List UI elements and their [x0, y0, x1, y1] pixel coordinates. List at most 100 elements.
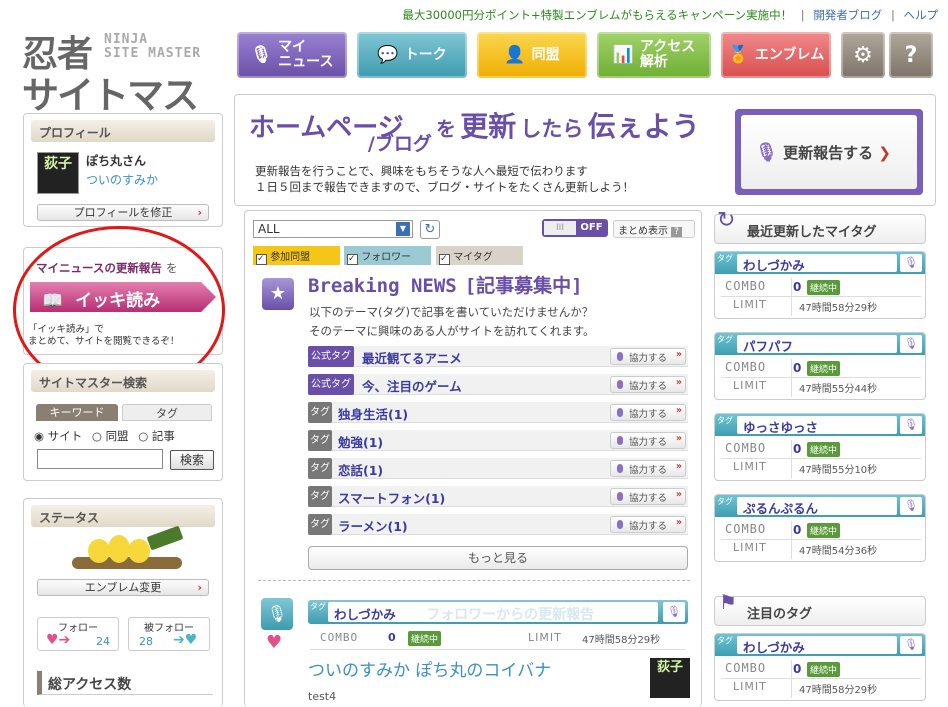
continuing-badge: 継続中: [807, 280, 841, 295]
avatar[interactable]: 荻子: [650, 658, 690, 698]
radio-article[interactable]: ○ 記事: [138, 429, 175, 443]
ikki-yomi-button[interactable]: 📖 イッキ読み: [30, 282, 216, 312]
profile-name: ぽち丸さん: [86, 154, 147, 168]
checkbox-checked[interactable]: ✓: [439, 254, 450, 265]
tag-row[interactable]: 公式タグ 今、注目のゲーム 協力する: [308, 374, 688, 395]
tag-name[interactable]: ゆっさゆっさ: [737, 416, 897, 435]
help-icon[interactable]: ?: [671, 227, 682, 237]
tag-name[interactable]: パフパフ: [737, 335, 897, 354]
featured-tag-card[interactable]: タグ わしづかみ 🎙 COMBO 0 継続中 LIMIT 47時間58分29秒: [714, 633, 926, 701]
mic-icon[interactable]: 🎙: [900, 416, 922, 434]
search-submit-button[interactable]: 検索: [170, 450, 214, 470]
nav-label: アクセス: [639, 39, 696, 55]
tag-row[interactable]: 公式タグ 最近観てるアニメ 協力する: [308, 346, 688, 367]
search-input[interactable]: [37, 449, 163, 469]
logo-en-sitemaster: SITE MASTER: [104, 46, 202, 61]
panel-heading: プロフィール: [31, 120, 215, 142]
refresh-icon[interactable]: ↻: [420, 220, 440, 239]
mic-icon[interactable]: 🎙: [663, 602, 685, 622]
avatar[interactable]: 荻子: [37, 152, 79, 194]
radio-site[interactable]: ◉ サイト: [34, 429, 82, 443]
emblem-change-button[interactable]: エンブレム変更 ›: [37, 579, 209, 596]
heart-icon: ♥➔: [46, 632, 71, 648]
search-scope: ◉ サイト ○ 同盟 ○ 記事: [34, 428, 175, 444]
tag-name[interactable]: スマートフォン(1): [338, 488, 445, 507]
help-button[interactable]: 協力する: [610, 460, 686, 477]
more-button[interactable]: もっと見る: [308, 546, 688, 570]
tag-name[interactable]: わしづかみ: [737, 254, 897, 273]
tag-name[interactable]: 恋話(1): [338, 460, 383, 479]
recent-tag-card[interactable]: タグ ゆっさゆっさ 🎙 COMBO 0 継続中 LIMIT 47時間55分10秒: [714, 413, 926, 481]
nav-tab-domei[interactable]: 👤 同盟: [477, 32, 587, 78]
filter-check-domei[interactable]: ✓ 参加同盟: [253, 246, 340, 265]
tag-name[interactable]: 今、注目のゲーム: [362, 376, 462, 395]
nav-settings[interactable]: ⚙: [841, 32, 885, 78]
help-button[interactable]: 協力する: [610, 404, 686, 421]
post-tag-name[interactable]: わしづかみ フォロワーからの更新報告: [328, 602, 658, 623]
nav-label: トーク: [404, 46, 447, 63]
mic-icon[interactable]: 🎙: [900, 636, 922, 654]
site-logo[interactable]: 忍者 サイトマスター NINJA SITE MASTER: [22, 27, 227, 171]
tag-name[interactable]: 独身生活(1): [338, 404, 408, 423]
mic-icon: 🎙: [250, 45, 273, 65]
filter-check-follower[interactable]: ✓ フォロワー: [344, 246, 431, 265]
heart-icon[interactable]: ♥: [266, 632, 282, 653]
nav-tab-emblem[interactable]: 🏅 エンブレム: [721, 32, 831, 78]
follow-count-box[interactable]: フォロー ♥➔ 24: [37, 617, 119, 651]
nav-label: エンブレム: [754, 46, 825, 63]
help-button[interactable]: 協力する: [610, 432, 686, 449]
follower-count-box[interactable]: 被フォロー 28 ➔♥: [128, 617, 210, 651]
gear-icon: ⚙: [853, 42, 873, 68]
help-button[interactable]: 協力する: [610, 488, 686, 505]
tag-row[interactable]: タグ 勉強(1) 協力する: [308, 430, 688, 451]
ikki-lead: マイニュースの更新報告を: [36, 260, 177, 276]
tag-row[interactable]: タグ 独身生活(1) 協力する: [308, 402, 688, 423]
help-icon: ?: [904, 42, 918, 68]
filter-check-mytag[interactable]: ✓ マイタグ: [436, 246, 523, 265]
nav-help[interactable]: ?: [889, 32, 933, 78]
tag-row[interactable]: タグ スマートフォン(1) 協力する: [308, 486, 688, 507]
help-button[interactable]: 協力する: [610, 348, 686, 365]
checkbox-checked[interactable]: ✓: [347, 254, 358, 265]
nav-tab-access[interactable]: 📊 アクセス 解析: [597, 32, 711, 78]
recent-tag-card[interactable]: タグ ぷるんぷるん 🎙 COMBO 0 継続中 LIMIT 47時間54分36秒: [714, 494, 926, 562]
recent-tag-card[interactable]: タグ わしづかみ 🎙 COMBO 0 継続中 LIMIT 47時間58分29秒: [714, 251, 926, 319]
tag-name[interactable]: 最近観てるアニメ: [362, 348, 462, 367]
nav-tab-talk[interactable]: 💬 トーク: [357, 32, 467, 78]
featured-tag-heading: 注目のタグ: [714, 596, 926, 626]
tag-badge: タグ: [308, 514, 332, 535]
help-button[interactable]: 協力する: [610, 376, 686, 393]
button-label: イッキ読み: [75, 291, 161, 311]
nav-tab-mynews[interactable]: 🎙 マイ ニュース: [237, 32, 347, 78]
radio-domei[interactable]: ○ 同盟: [92, 429, 129, 443]
filter-select[interactable]: ALL ▼: [253, 220, 413, 238]
tag-name[interactable]: わしづかみ: [737, 636, 897, 655]
tag-name[interactable]: ラーメン(1): [338, 516, 408, 535]
tag-badge: タグ: [310, 602, 326, 611]
help-link[interactable]: ヘルプ: [904, 8, 939, 22]
edit-profile-button[interactable]: プロフィールを修正 ›: [37, 204, 209, 221]
dev-blog-link[interactable]: 開発者ブログ: [813, 8, 882, 22]
help-button[interactable]: 協力する: [610, 516, 686, 533]
chart-icon: 📊: [612, 45, 634, 65]
profile-site-link[interactable]: ついのすみか: [86, 171, 158, 188]
tab-tag[interactable]: タグ: [122, 404, 212, 421]
mic-icon[interactable]: 🎙: [900, 497, 922, 515]
post-tag-bar: タグ わしづかみ フォロワーからの更新報告 🎙: [308, 600, 688, 624]
tag-row[interactable]: タグ ラーメン(1) 協力する: [308, 514, 688, 535]
tag-row[interactable]: タグ 恋話(1) 協力する: [308, 458, 688, 479]
tag-badge: タグ: [717, 497, 733, 506]
mic-icon: 🎙: [261, 598, 293, 630]
tag-name[interactable]: 勉強(1): [338, 432, 383, 451]
update-report-button[interactable]: 🎙 更新報告する ❯: [741, 115, 917, 189]
mic-icon[interactable]: 🎙: [900, 335, 922, 353]
campaign-link[interactable]: 最大30000円分ポイント+特製エンブレムがもらえるキャンペーン実施中！: [402, 8, 792, 22]
button-label: 更新報告する: [783, 144, 874, 162]
tab-keyword[interactable]: キーワード: [36, 404, 118, 421]
recent-tag-card[interactable]: タグ パフパフ 🎙 COMBO 0 継続中 LIMIT 47時間55分44秒: [714, 332, 926, 400]
post-title-link[interactable]: ついのすみか ぽち丸のコイバナ: [308, 656, 551, 681]
checkbox-checked[interactable]: ✓: [256, 254, 267, 265]
mic-icon[interactable]: 🎙: [900, 254, 922, 272]
summary-toggle[interactable]: III OFF: [542, 219, 608, 237]
tag-name[interactable]: ぷるんぷるん: [737, 497, 897, 516]
